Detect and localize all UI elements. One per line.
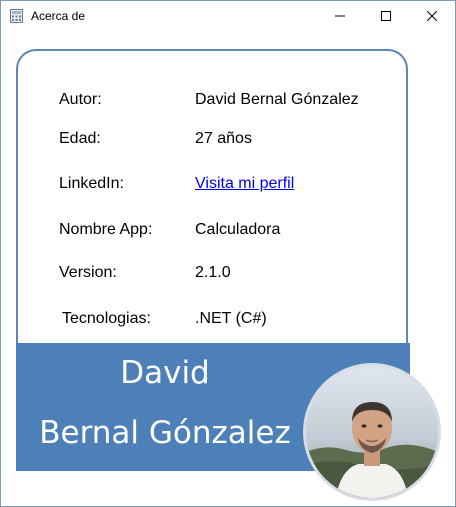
version-label: Version:: [59, 264, 117, 281]
autor-value: David Bernal Gónzalez: [195, 91, 359, 108]
maximize-button[interactable]: [363, 1, 409, 31]
app-name-label: Nombre App:: [59, 221, 153, 238]
minimize-icon: [335, 15, 345, 17]
window-title: Acerca de: [31, 9, 86, 23]
profile-photo: [306, 366, 438, 498]
close-icon: [427, 11, 437, 21]
linkedin-label: LinkedIn:: [59, 175, 124, 192]
minimize-button[interactable]: [317, 1, 363, 31]
maximize-icon: [381, 11, 391, 21]
technologies-value: .NET (C#): [195, 310, 267, 327]
edad-value: 27 años: [195, 130, 252, 147]
banner-last-names: Bernal Gónzalez: [39, 415, 291, 451]
title-bar[interactable]: Acerca de: [1, 1, 455, 31]
app-name-value: Calculadora: [195, 221, 281, 238]
linkedin-profile-link[interactable]: Visita mi perfil: [195, 175, 294, 193]
edad-label: Edad:: [59, 130, 101, 147]
autor-label: Autor:: [59, 91, 102, 108]
banner-first-name: David: [120, 355, 210, 391]
version-value: 2.1.0: [195, 264, 231, 281]
avatar: [303, 363, 441, 501]
about-window: Acerca de Autor: David Bernal Gónzalez E…: [0, 0, 456, 507]
close-button[interactable]: [409, 1, 455, 31]
technologies-label: Tecnologias:: [62, 310, 151, 327]
calculator-icon: [10, 9, 23, 23]
